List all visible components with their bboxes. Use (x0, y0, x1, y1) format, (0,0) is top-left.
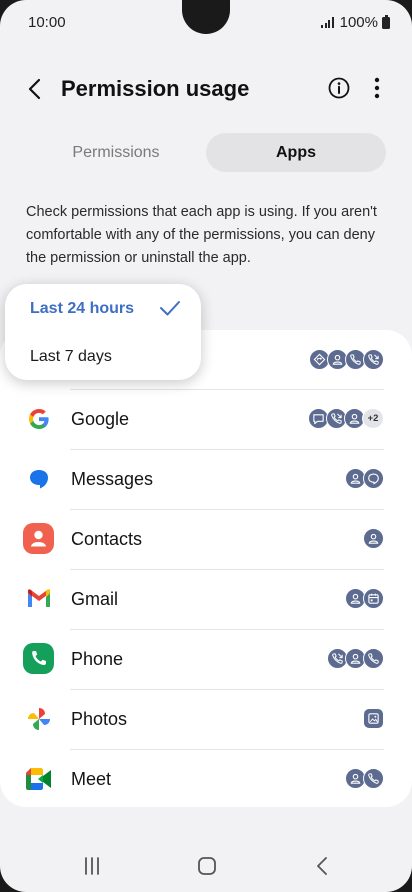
row-divider (70, 569, 384, 570)
gmail-app-icon (23, 583, 54, 614)
photos-app-icon (23, 703, 54, 734)
row-divider (70, 749, 384, 750)
page-title: Permission usage (61, 76, 250, 101)
row-divider (70, 389, 384, 390)
row-divider (70, 449, 384, 450)
info-icon (328, 77, 350, 99)
permission-icons (345, 768, 384, 790)
call-log-icon (363, 349, 384, 370)
recent-apps-button[interactable] (72, 854, 112, 878)
home-icon (198, 857, 216, 875)
app-name: Photos (71, 709, 128, 729)
tab-bar: Permissions Apps (26, 133, 386, 172)
description-text: Check permissions that each app is using… (26, 204, 377, 266)
more-vertical-icon (374, 77, 380, 99)
back-button[interactable] (18, 72, 50, 106)
dropdown-option-last-7-days[interactable]: Last 7 days (5, 334, 201, 380)
permission-icons: +2 (308, 408, 384, 430)
photos-icon (363, 708, 384, 729)
back-nav-icon (317, 857, 327, 875)
google-app-icon (23, 403, 54, 434)
app-name: Meet (71, 769, 112, 789)
home-button[interactable] (187, 854, 227, 878)
app-row-messages[interactable]: Messages (0, 449, 412, 509)
permission-icons (345, 468, 384, 490)
app-bar: Permission usage (0, 64, 412, 114)
dropdown-option-label: Last 7 days (30, 348, 112, 365)
permission-icons (345, 588, 384, 610)
phone-icon (363, 768, 384, 789)
app-row-photos[interactable]: Photos (0, 689, 412, 749)
row-divider (70, 509, 384, 510)
permission-icons (327, 648, 384, 670)
more-permissions-count: +2 (362, 408, 384, 429)
row-divider (70, 629, 384, 630)
app-name: Contacts (71, 529, 143, 549)
app-row-meet[interactable]: Meet (0, 749, 412, 809)
sms-icon (363, 468, 384, 489)
status-time: 10:00 (28, 14, 66, 31)
battery-percent: 100% (339, 14, 378, 31)
screen: 10:00 100% Permission usage Permissions … (0, 0, 412, 892)
meet-app-icon (23, 763, 54, 794)
phone-app-icon (23, 643, 54, 674)
app-row-google[interactable]: Google +2 (0, 389, 412, 449)
signal-icon (321, 17, 334, 28)
status-bar: 10:00 100% (0, 0, 412, 44)
app-name: Messages (71, 469, 154, 489)
permission-icons (309, 349, 384, 371)
recent-apps-icon (85, 857, 99, 875)
app-list-card: Google +2 Messages Contacts Gmail Phone … (0, 330, 412, 807)
messages-app-icon (23, 463, 54, 494)
battery-icon (382, 14, 390, 29)
app-row-phone[interactable]: Phone (0, 629, 412, 689)
dropdown-option-label: Last 24 hours (30, 300, 135, 317)
checkmark-icon (160, 301, 180, 316)
back-nav-button[interactable] (302, 854, 342, 878)
tab-apps[interactable]: Apps (206, 133, 386, 172)
dropdown-option-last-24-hours[interactable]: Last 24 hours (5, 286, 201, 332)
app-name: Gmail (71, 589, 119, 609)
calendar-icon (363, 588, 384, 609)
permission-icons (363, 528, 384, 550)
back-arrow-icon (28, 78, 41, 100)
status-icons: 100% (321, 14, 390, 31)
navigation-bar (0, 840, 412, 892)
info-button[interactable] (324, 73, 354, 103)
tab-permissions[interactable]: Permissions (26, 133, 206, 172)
more-options-button[interactable] (364, 73, 390, 103)
time-filter-dropdown: Last 24 hours Last 7 days (5, 284, 201, 380)
row-divider (70, 689, 384, 690)
phone-icon (363, 648, 384, 669)
contacts-app-icon (23, 523, 54, 554)
app-name: Phone (71, 649, 124, 669)
app-row-gmail[interactable]: Gmail (0, 569, 412, 629)
app-name: Google (71, 409, 130, 429)
contacts-icon (363, 528, 384, 549)
permission-icons (363, 708, 384, 730)
app-row-contacts[interactable]: Contacts (0, 509, 412, 569)
